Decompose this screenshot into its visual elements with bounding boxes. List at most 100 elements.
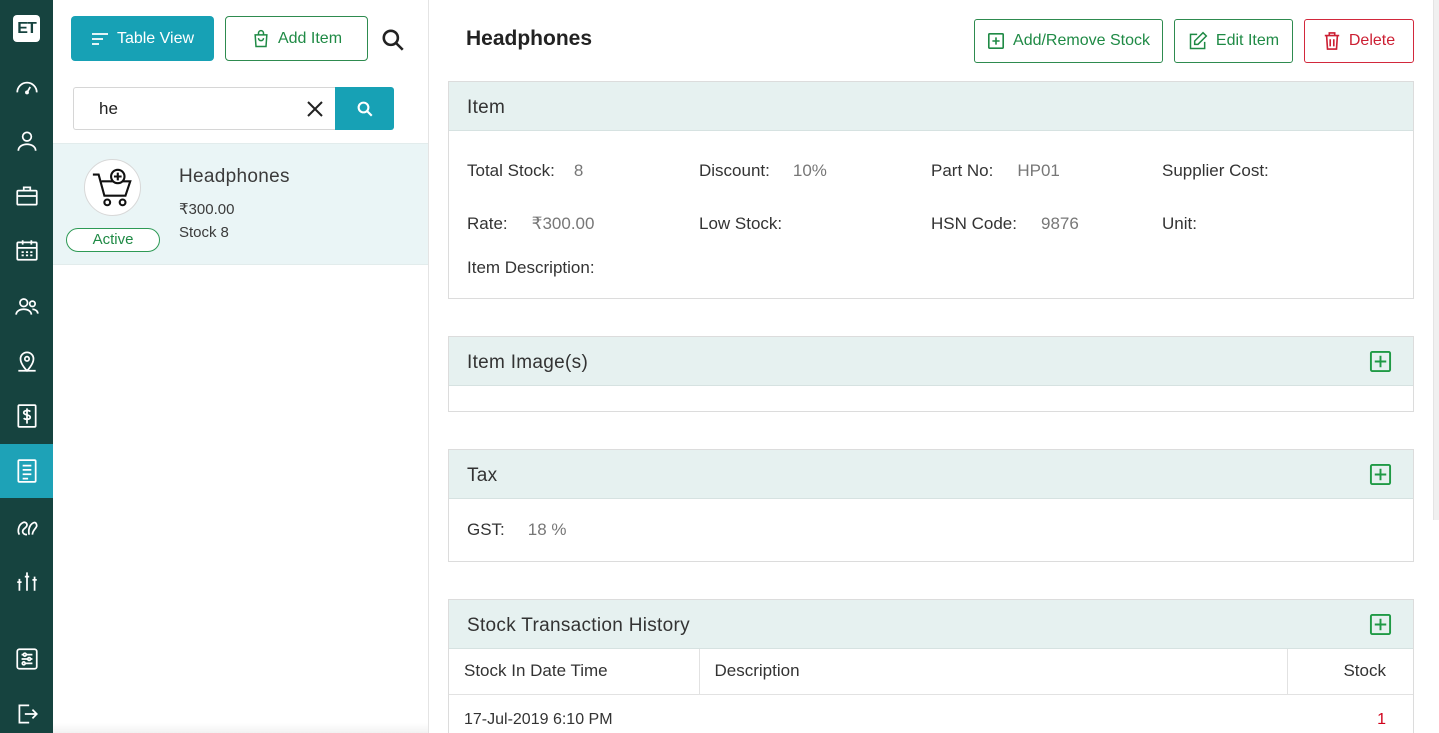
list-footer-shadow — [53, 723, 428, 733]
item-list-panel: Table View Add Item he Active Headphones… — [53, 0, 429, 733]
item-section-header: Item — [449, 82, 1413, 131]
rate-label: Rate: — [467, 214, 508, 233]
dollar-icon[interactable] — [0, 389, 53, 443]
item-images-header: Item Image(s) — [449, 337, 1413, 386]
stock-history-title: Stock Transaction History — [467, 615, 690, 636]
item-detail-panel: Headphones Add/Remove Stock Edit Item De… — [429, 0, 1439, 733]
item-thumbnail — [84, 159, 141, 216]
column-header-stock[interactable]: Stock — [1286, 649, 1413, 695]
add-item-button[interactable]: Add Item — [225, 16, 368, 61]
status-badge: Active — [66, 228, 160, 252]
search-submit-button[interactable] — [335, 87, 394, 130]
app-root: ET Table View Add Item he Active Headpho… — [0, 0, 1439, 733]
delete-label: Delete — [1348, 32, 1396, 49]
item-section: Item Total Stock: 8 Discount: 10% Part No:… — [448, 81, 1414, 299]
cart-add-icon — [92, 168, 132, 206]
briefcase-icon[interactable] — [0, 169, 53, 223]
column-header-description[interactable]: Description — [698, 649, 1287, 695]
vertical-scrollbar[interactable] — [1433, 0, 1439, 520]
add-item-label: Add Item — [277, 29, 343, 47]
total-stock-label: Total Stock: — [467, 161, 555, 180]
edit-item-button[interactable]: Edit Item — [1174, 19, 1293, 63]
logout-icon[interactable] — [0, 687, 53, 733]
tax-header: Tax — [449, 450, 1413, 499]
search-icon — [357, 101, 372, 116]
trash-icon — [1324, 32, 1340, 50]
table-view-label: Table View — [116, 29, 195, 47]
row-datetime: 17-Jul-2019 6:10 PM — [464, 711, 613, 729]
supplier-cost-label: Supplier Cost: — [1162, 161, 1269, 180]
delete-button[interactable]: Delete — [1304, 19, 1414, 63]
unit-label: Unit: — [1162, 214, 1197, 233]
dashboard-icon[interactable] — [0, 60, 53, 114]
total-stock-value: 8 — [573, 161, 584, 180]
table-view-button[interactable]: Table View — [71, 16, 214, 61]
add-transaction-icon[interactable] — [1369, 613, 1392, 636]
hsn-code-field: HSN Code: 9876 — [931, 214, 1079, 234]
stock-history-header: Stock Transaction History — [449, 600, 1413, 649]
item-stock: Stock 8 — [179, 224, 229, 241]
item-section-title: Item — [467, 97, 506, 118]
low-stock-field: Low Stock: — [699, 214, 801, 234]
reports-icon[interactable] — [0, 554, 53, 608]
row-description — [699, 694, 1287, 733]
tax-title: Tax — [467, 465, 498, 486]
stock-history-table: Stock In Date Time Description Stock 17-… — [449, 649, 1413, 733]
item-description-label: Item Description: — [467, 258, 595, 277]
hsn-code-label: HSN Code: — [931, 214, 1017, 233]
add-remove-stock-button[interactable]: Add/Remove Stock — [974, 19, 1163, 63]
item-description-field: Item Description: — [467, 258, 614, 278]
gst-label: GST: — [467, 520, 505, 539]
search-input[interactable]: he — [73, 87, 335, 130]
gst-value: 18 % — [527, 520, 567, 539]
gst-field: GST: 18 % — [467, 520, 567, 540]
leads-icon[interactable] — [0, 499, 53, 553]
table-row[interactable]: 17-Jul-2019 6:10 PM 1 — [449, 694, 1413, 733]
app-logo[interactable]: ET — [13, 15, 40, 42]
table-header-row: Stock In Date Time Description Stock — [449, 649, 1413, 695]
rate-field: Rate: ₹300.00 — [467, 214, 594, 234]
low-stock-label: Low Stock: — [699, 214, 783, 233]
item-images-section: Item Image(s) — [448, 336, 1414, 412]
search-input-value: he — [99, 99, 118, 118]
location-icon[interactable] — [0, 334, 53, 388]
part-no-field: Part No: HP01 — [931, 161, 1060, 181]
user-icon[interactable] — [0, 114, 53, 168]
team-icon[interactable] — [0, 279, 53, 333]
add-image-icon[interactable] — [1369, 350, 1392, 373]
item-name: Headphones — [179, 166, 290, 187]
unit-field: Unit: — [1162, 214, 1216, 234]
part-no-label: Part No: — [931, 161, 994, 180]
rate-value: ₹300.00 — [531, 214, 595, 233]
supplier-cost-field: Supplier Cost: — [1162, 161, 1288, 181]
discount-value: 10% — [792, 161, 827, 180]
total-stock-field: Total Stock: 8 — [467, 161, 583, 181]
hsn-code-value: 9876 — [1040, 214, 1079, 233]
settings-icon[interactable] — [0, 632, 53, 686]
add-remove-stock-label: Add/Remove Stock — [1013, 32, 1150, 49]
clear-search-icon[interactable] — [305, 99, 325, 119]
discount-label: Discount: — [699, 161, 770, 180]
plus-square-icon — [988, 32, 1005, 50]
shopping-bag-icon — [254, 29, 268, 47]
list-item[interactable]: Active Headphones ₹300.00 Stock 8 — [53, 143, 428, 265]
edit-item-label: Edit Item — [1215, 32, 1280, 49]
page-title: Headphones — [466, 27, 593, 50]
item-stock-label: Stock — [179, 224, 217, 241]
nav-rail: ET — [0, 0, 53, 733]
item-images-title: Item Image(s) — [467, 352, 589, 373]
calendar-icon[interactable] — [0, 223, 53, 277]
tax-section: Tax GST: 18 % — [448, 449, 1414, 562]
part-no-value: HP01 — [1017, 161, 1060, 180]
list-icon[interactable] — [0, 444, 53, 498]
edit-icon — [1189, 31, 1208, 50]
filter-lines-icon — [91, 32, 108, 45]
item-stock-value: 8 — [220, 224, 229, 241]
stock-history-section: Stock Transaction History Stock In Date … — [448, 599, 1414, 733]
item-price: ₹300.00 — [179, 201, 235, 218]
add-tax-icon[interactable] — [1369, 463, 1392, 486]
search-icon[interactable] — [380, 27, 406, 53]
discount-field: Discount: 10% — [699, 161, 827, 181]
row-stock: 1 — [1377, 711, 1386, 729]
column-header-datetime[interactable]: Stock In Date Time — [449, 649, 699, 695]
